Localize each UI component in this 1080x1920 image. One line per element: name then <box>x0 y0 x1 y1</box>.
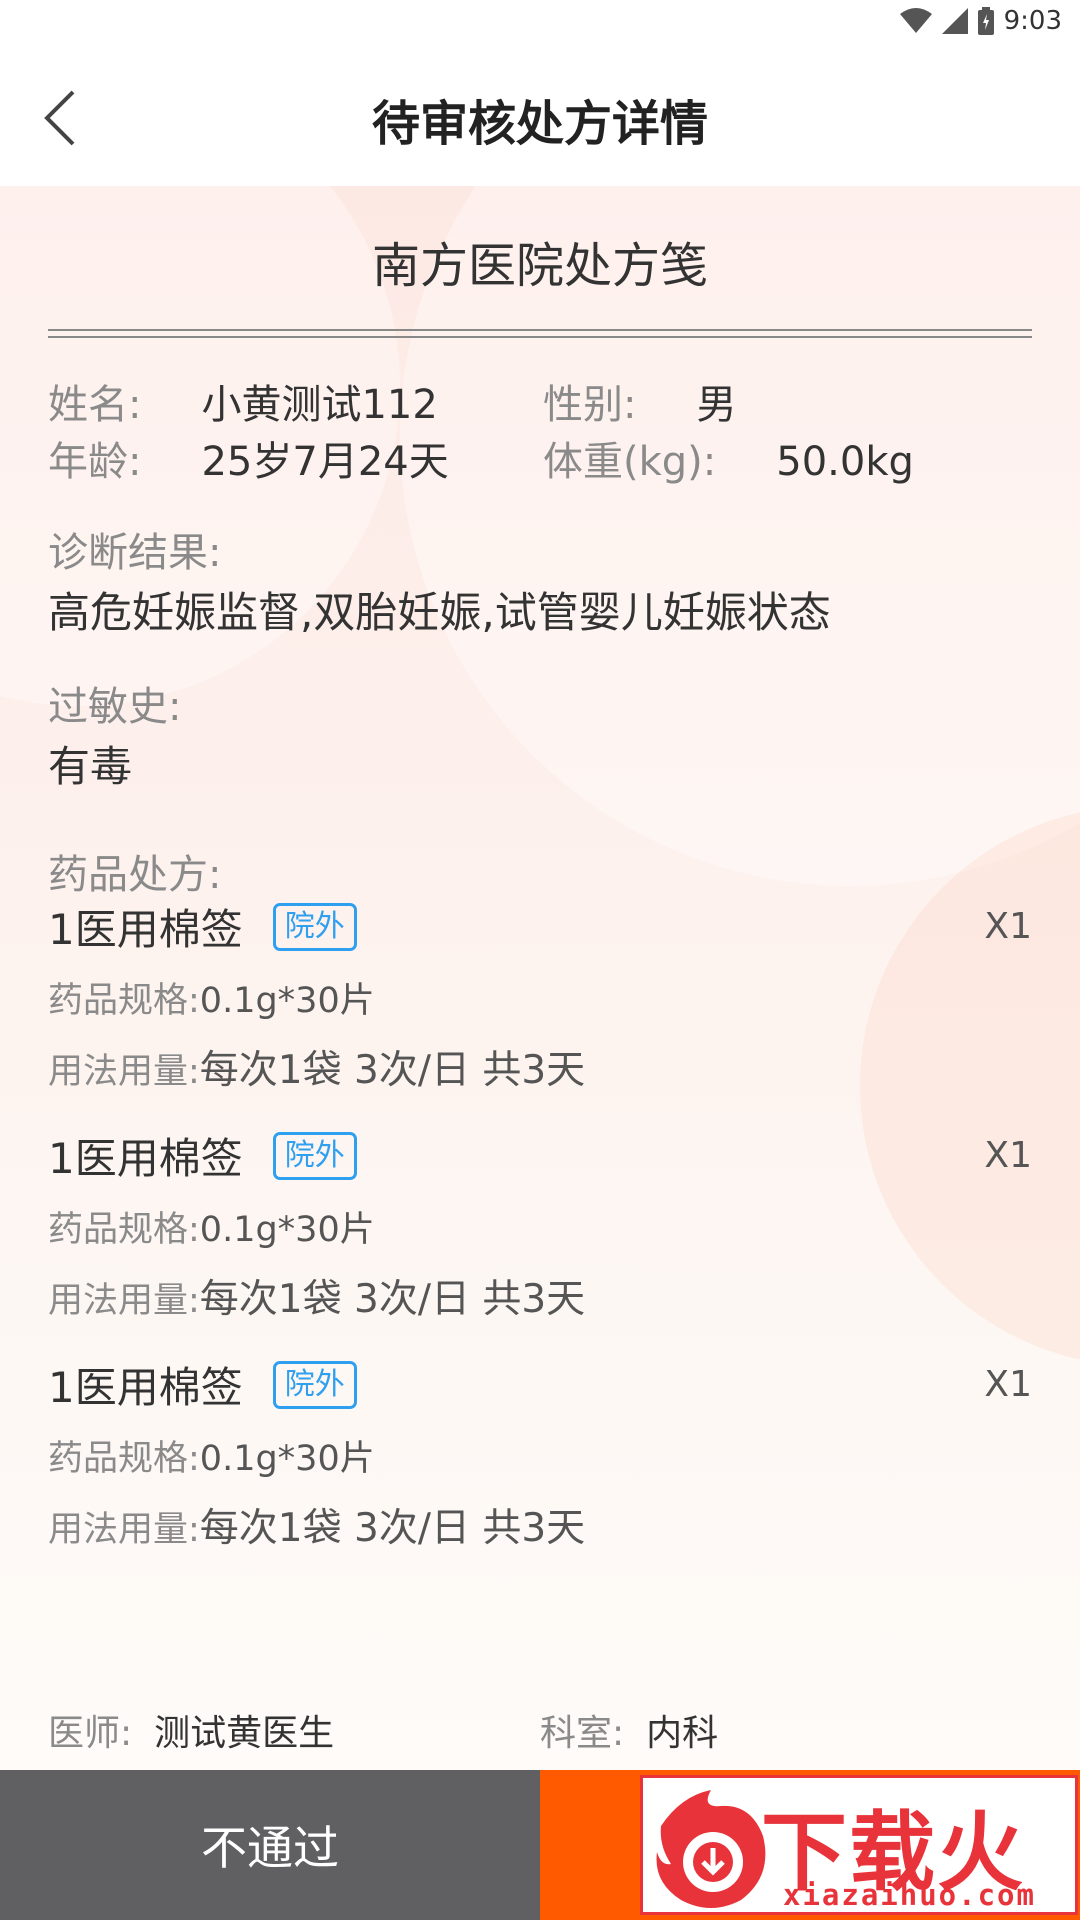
prescription-content[interactable]: 南方医院处方笺 姓名: 小黄测试112 性别: 男 年龄: 25岁7月24天 体重(k… <box>0 186 1080 1770</box>
drug-name: 1医用棉签 <box>48 905 243 954</box>
drug-spec-label: 药品规格: <box>48 1210 200 1250</box>
patient-age: 25岁7月24天 <box>201 439 449 485</box>
drug-usage-label: 用法用量: <box>48 1510 200 1550</box>
drug-spec-value: 0.1g*30片 <box>199 1210 375 1250</box>
drug-usage: 用法用量:每次1袋 3次/日 共3天 <box>48 1497 585 1553</box>
drug-quantity: X1 <box>984 1135 1032 1176</box>
drug-usage: 用法用量:每次1袋 3次/日 共3天 <box>48 1268 585 1324</box>
drug-quantity: X1 <box>984 906 1032 947</box>
department-field: 科室: 内科 <box>540 1704 718 1756</box>
drug-spec-value: 0.1g*30片 <box>199 1439 375 1479</box>
status-icons: 9:03 <box>899 6 1062 36</box>
doctor-label: 医师: <box>48 1713 133 1754</box>
diagnosis-label: 诊断结果: <box>48 530 222 576</box>
watermark-url: xiazaihuo.com <box>783 1878 1036 1912</box>
drug-spec: 药品规格:0.1g*30片 <box>48 1430 375 1481</box>
patient-weight: 50.0kg <box>776 439 914 485</box>
drug-spec: 药品规格:0.1g*30片 <box>48 1201 375 1252</box>
drug-source-badge: 院外 <box>272 902 357 951</box>
allergy-label: 过敏史: <box>48 684 182 730</box>
patient-name-field: 姓名: 小黄测试112 <box>48 372 438 430</box>
drug-item-name: 1医用棉签 院外 <box>48 896 357 957</box>
patient-gender-label: 性别: <box>543 382 637 428</box>
drug-usage-label: 用法用量: <box>48 1052 200 1092</box>
drug-spec-label: 药品规格: <box>48 981 200 1021</box>
drug-spec-value: 0.1g*30片 <box>199 981 375 1021</box>
drug-spec-label: 药品规格: <box>48 1439 200 1479</box>
drug-item-name: 1医用棉签 院外 <box>48 1354 357 1415</box>
drug-usage-value: 每次1袋 3次/日 共3天 <box>199 1277 586 1322</box>
status-time: 9:03 <box>1003 6 1062 36</box>
drug-usage: 用法用量:每次1袋 3次/日 共3天 <box>48 1039 585 1095</box>
watermark: 下载火 xiazaihuo.com <box>640 1775 1078 1915</box>
drug-spec: 药品规格:0.1g*30片 <box>48 972 375 1023</box>
drug-usage-value: 每次1袋 3次/日 共3天 <box>199 1506 586 1551</box>
drug-item-name: 1医用棉签 院外 <box>48 1125 357 1186</box>
wifi-icon <box>899 8 932 33</box>
drug-quantity: X1 <box>984 1364 1032 1405</box>
drug-usage-value: 每次1袋 3次/日 共3天 <box>199 1048 586 1093</box>
department-label: 科室: <box>540 1713 625 1754</box>
drugs-label: 药品处方: <box>48 852 222 898</box>
patient-name-label: 姓名: <box>48 382 142 428</box>
drug-usage-label: 用法用量: <box>48 1281 200 1321</box>
department-name: 内科 <box>646 1713 719 1754</box>
battery-icon <box>977 7 994 35</box>
signal-icon <box>941 8 968 34</box>
diagnosis-value: 高危妊娠监督,双胎妊娠,试管婴儿妊娠状态 <box>48 588 831 637</box>
drug-source-badge: 院外 <box>272 1131 357 1180</box>
patient-weight-label: 体重(kg): <box>543 439 717 485</box>
reject-button[interactable]: 不通过 <box>0 1770 540 1920</box>
bg-bubble <box>860 806 1080 1366</box>
patient-gender: 男 <box>696 382 737 428</box>
drug-source-badge: 院外 <box>272 1360 357 1409</box>
patient-age-field: 年龄: 25岁7月24天 <box>48 429 449 487</box>
drug-name: 1医用棉签 <box>48 1363 243 1412</box>
page-title: 待审核处方详情 <box>371 96 708 152</box>
allergy-value: 有毒 <box>48 742 133 791</box>
title-divider <box>48 336 1032 338</box>
app-header: 待审核处方详情 <box>0 48 1080 186</box>
prescription-title: 南方医院处方笺 <box>371 238 708 294</box>
doctor-field: 医师: 测试黄医生 <box>48 1704 334 1756</box>
drug-name: 1医用棉签 <box>48 1134 243 1183</box>
title-divider <box>48 329 1032 331</box>
patient-gender-field: 性别: 男 <box>543 372 736 430</box>
status-bar: 9:03 <box>0 0 1080 48</box>
flame-logo-icon <box>656 1790 766 1908</box>
patient-weight-field: 体重(kg): 50.0kg <box>543 429 914 487</box>
patient-name: 小黄测试112 <box>201 382 438 428</box>
doctor-name: 测试黄医生 <box>154 1713 335 1754</box>
patient-age-label: 年龄: <box>48 439 142 485</box>
